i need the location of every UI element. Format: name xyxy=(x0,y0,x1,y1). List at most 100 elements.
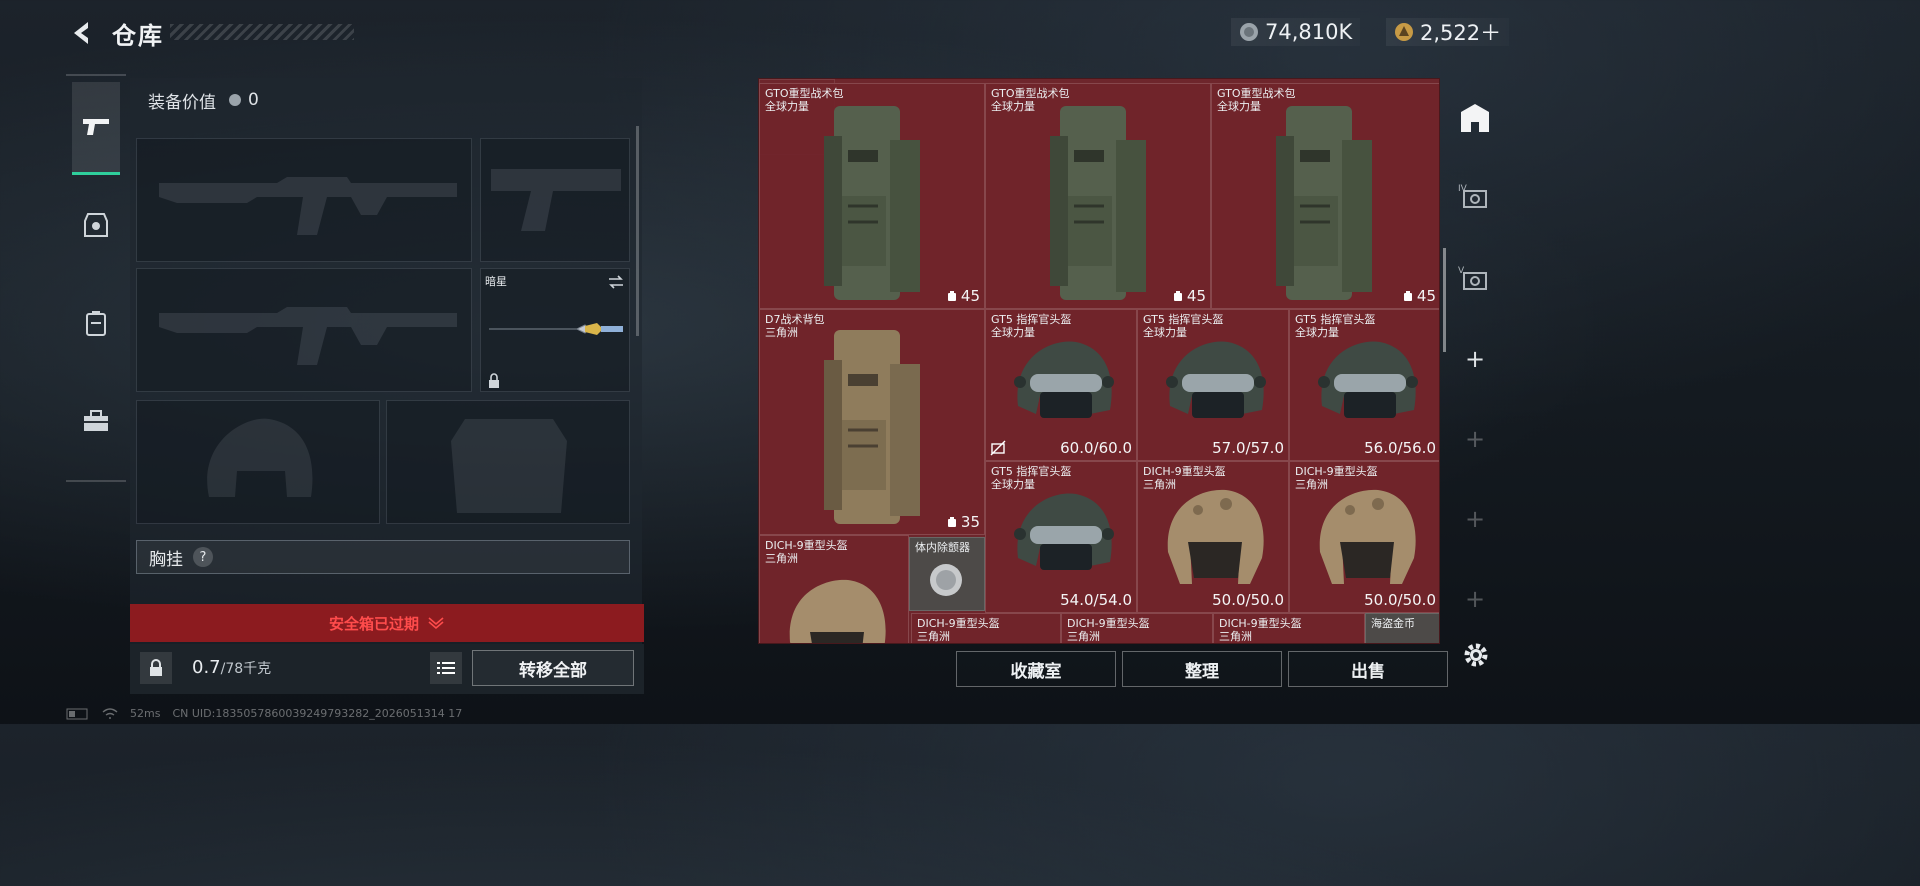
equip-value-label: 装备价值 xyxy=(148,92,216,113)
item-helmet[interactable]: DICH-9重型头盔 三角洲 xyxy=(1213,613,1365,643)
helmet-icon xyxy=(1318,341,1418,418)
item-backpack[interactable]: GTO重型战术包 全球力量 45 xyxy=(1211,83,1439,309)
stash-grid[interactable]: GTO重型战术包 全球力量 45 GTO重型战术包 全球力量 45 GTO重型战… xyxy=(758,78,1440,644)
page-title: 仓库 xyxy=(112,22,164,50)
melee-slot[interactable]: 暗星 xyxy=(480,268,630,392)
item-helmet[interactable]: DICH-9重型头盔 三角洲 xyxy=(1061,613,1213,643)
item-durability: 60.0/60.0 xyxy=(1060,439,1132,457)
helmet-icon xyxy=(1014,341,1114,418)
back-button[interactable] xyxy=(66,18,96,48)
item-capacity: 45 xyxy=(1402,287,1436,305)
safebox-expired-banner[interactable]: 安全箱已过期 xyxy=(130,604,644,642)
helmet-icon xyxy=(1014,493,1114,570)
grid-scrollbar[interactable] xyxy=(1443,248,1446,352)
add-stash-slot: + xyxy=(1452,576,1498,622)
currency-tokens[interactable]: 2,522＋ xyxy=(1386,18,1510,46)
item-name: DICH-9重型头盔 xyxy=(1067,617,1150,630)
item-device[interactable]: 体内除颤器 xyxy=(909,537,985,611)
tab-weapons[interactable] xyxy=(72,82,120,175)
gear-icon xyxy=(1464,643,1488,667)
wifi-icon xyxy=(102,707,118,719)
coin-icon xyxy=(1240,23,1258,41)
capacity-value: 35 xyxy=(960,513,980,531)
add-stash-button[interactable]: + xyxy=(1452,336,1498,382)
briefcase-icon xyxy=(84,410,108,431)
item-helmet[interactable]: GT5 指挥官头盔 全球力量 54.0/54.0 xyxy=(985,461,1137,613)
item-capacity: 35 xyxy=(946,513,980,531)
tab-backpack[interactable] xyxy=(72,278,120,368)
armor-slot[interactable] xyxy=(386,400,630,524)
tab-case[interactable] xyxy=(72,376,120,466)
helmet-icon xyxy=(1166,341,1266,418)
item-backpack[interactable]: GTO重型战术包 全球力量 45 xyxy=(759,83,985,309)
tab-stash-iv[interactable]: IV xyxy=(1452,174,1498,220)
tab-armor[interactable] xyxy=(72,180,120,270)
add-stash-slot: + xyxy=(1452,496,1498,542)
pistol-slot[interactable] xyxy=(480,138,630,262)
capacity-icon xyxy=(1173,291,1182,301)
item-helmet[interactable]: DICH-9重型头盔 三角洲 xyxy=(911,613,1061,643)
sell-button[interactable]: 出售 xyxy=(1288,651,1448,687)
item-durability: 50.0/50.0 xyxy=(1364,591,1436,609)
helmet-silhouette-icon xyxy=(207,418,313,497)
helmet-icon xyxy=(789,579,886,643)
collection-room-button[interactable]: 收藏室 xyxy=(956,651,1116,687)
capacity-icon xyxy=(947,291,956,301)
item-helmet[interactable]: GT5 指挥官头盔 全球力量 60.0/60.0 xyxy=(985,309,1137,461)
item-durability: 56.0/56.0 xyxy=(1364,439,1436,457)
primary-weapon-slot[interactable] xyxy=(136,138,472,262)
item-helmet[interactable]: DICH-9重型头盔 三角洲 50.0/50.0 xyxy=(1289,461,1439,613)
loadout-panel: 装备价值 0 暗星 胸挂 ? 安全箱已过期 0.7/78千克 转移全部 xyxy=(130,78,644,694)
transfer-all-button[interactable]: 转移全部 xyxy=(472,650,634,686)
item-durability: 50.0/50.0 xyxy=(1212,591,1284,609)
item-name: DICH-9重型头盔 xyxy=(765,539,848,552)
helmet-slot[interactable] xyxy=(136,400,380,524)
pistol-silhouette-icon xyxy=(491,169,621,231)
vest-silhouette-icon xyxy=(451,419,567,513)
item-name: DICH-9重型头盔 xyxy=(1295,465,1378,478)
item-helmet[interactable]: DICH-9重型头盔 三角洲 xyxy=(759,535,909,643)
tab-stash-v[interactable]: V xyxy=(1452,256,1498,302)
tab-main-stash[interactable] xyxy=(1452,96,1498,142)
list-icon xyxy=(437,662,455,674)
item-region: 三角洲 xyxy=(765,552,798,565)
panel-scrollbar[interactable] xyxy=(636,126,639,336)
capacity-value: 45 xyxy=(1186,287,1206,305)
item-name: GT5 指挥官头盔 xyxy=(1143,313,1224,326)
item-durability: 54.0/54.0 xyxy=(1060,591,1132,609)
token-icon xyxy=(1395,23,1413,41)
backpack-icon xyxy=(1276,106,1372,300)
chest-rig-bar[interactable]: 胸挂 ? xyxy=(136,540,630,574)
item-coin[interactable]: 海盗金币 xyxy=(1365,613,1439,643)
status-bar: 52ms CN UID:1835057860039249793282_20260… xyxy=(66,707,462,720)
plus-icon: + xyxy=(1464,345,1486,373)
item-region: 三角洲 xyxy=(765,326,798,339)
item-backpack[interactable]: GTO重型战术包 全球力量 45 xyxy=(985,83,1211,309)
item-backpack[interactable]: D7战术背包 三角洲 35 xyxy=(759,309,985,535)
list-view-button[interactable] xyxy=(430,652,462,684)
item-helmet[interactable]: GT5 指挥官头盔 全球力量 57.0/57.0 xyxy=(1137,309,1289,461)
secondary-weapon-slot[interactable] xyxy=(136,268,472,392)
weight-readout: 0.7/78千克 xyxy=(192,657,271,678)
rifle-silhouette-icon xyxy=(159,307,457,365)
home-stash-icon xyxy=(1461,104,1489,132)
item-region: 全球力量 xyxy=(765,100,809,113)
swap-icon[interactable] xyxy=(607,275,625,289)
currency-coins[interactable]: 74,810K xyxy=(1231,18,1361,46)
item-name: 海盗金币 xyxy=(1371,617,1415,630)
helmet-icon xyxy=(1167,489,1264,584)
item-name: DICH-9重型头盔 xyxy=(1143,465,1226,478)
item-region: 三角洲 xyxy=(917,630,950,643)
item-helmet[interactable]: DICH-9重型头盔 三角洲 50.0/50.0 xyxy=(1137,461,1289,613)
item-helmet[interactable]: GT5 指挥官头盔 全球力量 56.0/56.0 xyxy=(1289,309,1439,461)
item-name: GT5 指挥官头盔 xyxy=(1295,313,1376,326)
backpack-icon xyxy=(824,330,920,524)
weight-max: /78千克 xyxy=(220,661,272,677)
organize-button[interactable]: 整理 xyxy=(1122,651,1282,687)
capacity-icon xyxy=(947,517,956,527)
item-region: 三角洲 xyxy=(1067,630,1100,643)
settings-button[interactable] xyxy=(1460,639,1492,671)
weight-lock-button[interactable] xyxy=(140,652,172,684)
help-badge[interactable]: ? xyxy=(193,547,213,567)
ping-readout: 52ms xyxy=(130,707,161,720)
